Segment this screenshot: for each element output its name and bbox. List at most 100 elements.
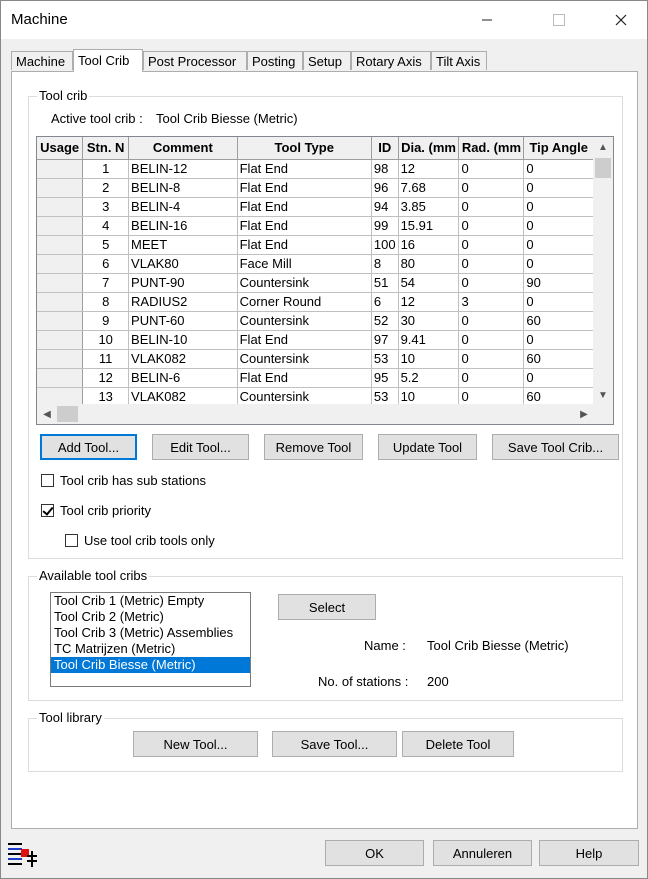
cell-tool-type[interactable]: Flat End bbox=[237, 235, 372, 255]
table-row[interactable]: 13 VLAK082 Countersink 53 10 0 60 bbox=[37, 387, 594, 405]
cell-tool-type[interactable]: Flat End bbox=[237, 178, 372, 198]
cell-comment[interactable]: BELIN-8 bbox=[128, 178, 238, 198]
select-tool-crib-button[interactable]: Select bbox=[278, 594, 376, 620]
tool-crib-list[interactable]: Tool Crib 1 (Metric) Empty Tool Crib 2 (… bbox=[50, 592, 251, 687]
cell-tip-angle[interactable]: 0 bbox=[523, 330, 594, 350]
cell-usage[interactable] bbox=[37, 311, 84, 331]
update-tool-button[interactable]: Update Tool bbox=[378, 434, 477, 460]
cell-station[interactable]: 1 bbox=[82, 159, 130, 179]
table-row[interactable]: 9 PUNT-60 Countersink 52 30 0 60 bbox=[37, 311, 594, 331]
cell-tip-angle[interactable]: 0 bbox=[523, 235, 594, 255]
cell-usage[interactable] bbox=[37, 178, 84, 198]
table-row[interactable]: 8 RADIUS2 Corner Round 6 12 3 0 bbox=[37, 292, 594, 312]
cell-station[interactable]: 5 bbox=[82, 235, 130, 255]
cell-tool-type[interactable]: Flat End bbox=[237, 197, 372, 217]
vertical-scroll-thumb[interactable] bbox=[595, 158, 611, 178]
tool-grid-vertical-scrollbar[interactable]: ▲ ▼ bbox=[593, 137, 613, 405]
table-row[interactable]: 3 BELIN-4 Flat End 94 3.85 0 0 bbox=[37, 197, 594, 217]
column-header-radius[interactable]: Rad. (mm bbox=[458, 137, 525, 160]
tool-crib-list-item[interactable]: TC Matrijzen (Metric) bbox=[51, 641, 250, 657]
cell-radius[interactable]: 3 bbox=[458, 292, 525, 312]
cell-comment[interactable]: BELIN-16 bbox=[128, 216, 238, 236]
tool-crib-list-item-selected[interactable]: Tool Crib Biesse (Metric) bbox=[51, 657, 250, 673]
column-header-diameter[interactable]: Dia. (mm bbox=[398, 137, 460, 160]
cell-tool-type[interactable]: Corner Round bbox=[237, 292, 372, 312]
cell-diameter[interactable]: 12 bbox=[398, 292, 460, 312]
add-tool-button[interactable]: Add Tool... bbox=[40, 434, 137, 460]
table-row[interactable]: 11 VLAK082 Countersink 53 10 0 60 bbox=[37, 349, 594, 369]
cell-tip-angle[interactable]: 60 bbox=[523, 349, 594, 369]
cancel-button[interactable]: Annuleren bbox=[433, 840, 532, 866]
cell-station[interactable]: 4 bbox=[82, 216, 130, 236]
cell-radius[interactable]: 0 bbox=[458, 197, 525, 217]
cell-tip-angle[interactable]: 60 bbox=[523, 311, 594, 331]
cell-comment[interactable]: PUNT-60 bbox=[128, 311, 238, 331]
cell-radius[interactable]: 0 bbox=[458, 330, 525, 350]
table-row[interactable]: 1 BELIN-12 Flat End 98 12 0 0 bbox=[37, 159, 594, 179]
tab-rotary-axis[interactable]: Rotary Axis bbox=[351, 51, 431, 70]
cell-tip-angle[interactable]: 0 bbox=[523, 216, 594, 236]
cell-tip-angle[interactable]: 0 bbox=[523, 368, 594, 388]
cell-tip-angle[interactable]: 0 bbox=[523, 178, 594, 198]
scroll-down-icon[interactable]: ▼ bbox=[593, 385, 613, 405]
cell-id[interactable]: 94 bbox=[371, 197, 399, 217]
cell-tip-angle[interactable]: 0 bbox=[523, 254, 594, 274]
cell-radius[interactable]: 0 bbox=[458, 368, 525, 388]
edit-tool-button[interactable]: Edit Tool... bbox=[152, 434, 249, 460]
help-button[interactable]: Help bbox=[539, 840, 639, 866]
tab-post-processor[interactable]: Post Processor bbox=[143, 51, 247, 70]
cell-usage[interactable] bbox=[37, 216, 84, 236]
scroll-left-icon[interactable]: ◀ bbox=[37, 404, 57, 424]
column-header-usage[interactable]: Usage bbox=[37, 137, 84, 160]
cell-tip-angle[interactable]: 0 bbox=[523, 159, 594, 179]
cell-tool-type[interactable]: Face Mill bbox=[237, 254, 372, 274]
table-row[interactable]: 6 VLAK80 Face Mill 8 80 0 0 bbox=[37, 254, 594, 274]
cell-usage[interactable] bbox=[37, 292, 84, 312]
cell-diameter[interactable]: 10 bbox=[398, 349, 460, 369]
column-header-tip-angle[interactable]: Tip Angle bbox=[523, 137, 594, 160]
cell-station[interactable]: 3 bbox=[82, 197, 130, 217]
cell-usage[interactable] bbox=[37, 197, 84, 217]
cell-id[interactable]: 96 bbox=[371, 178, 399, 198]
cell-id[interactable]: 53 bbox=[371, 387, 399, 405]
cell-comment[interactable]: BELIN-10 bbox=[128, 330, 238, 350]
save-tool-button[interactable]: Save Tool... bbox=[272, 731, 397, 757]
cell-tool-type[interactable]: Countersink bbox=[237, 387, 372, 405]
cell-diameter[interactable]: 12 bbox=[398, 159, 460, 179]
cell-comment[interactable]: VLAK80 bbox=[128, 254, 238, 274]
tool-crib-list-item[interactable]: Tool Crib 2 (Metric) bbox=[51, 609, 250, 625]
new-tool-button[interactable]: New Tool... bbox=[133, 731, 258, 757]
cell-radius[interactable]: 0 bbox=[458, 159, 525, 179]
cell-usage[interactable] bbox=[37, 330, 84, 350]
scroll-right-icon[interactable]: ▶ bbox=[574, 404, 594, 424]
cell-comment[interactable]: MEET bbox=[128, 235, 238, 255]
cell-tool-type[interactable]: Countersink bbox=[237, 273, 372, 293]
tool-grid-horizontal-scrollbar[interactable]: ◀ ▶ bbox=[37, 404, 594, 424]
cell-radius[interactable]: 0 bbox=[458, 349, 525, 369]
ok-button[interactable]: OK bbox=[325, 840, 424, 866]
cell-station[interactable]: 8 bbox=[82, 292, 130, 312]
cell-tool-type[interactable]: Countersink bbox=[237, 311, 372, 331]
cell-station[interactable]: 2 bbox=[82, 178, 130, 198]
cell-diameter[interactable]: 80 bbox=[398, 254, 460, 274]
cell-radius[interactable]: 0 bbox=[458, 387, 525, 405]
cell-usage[interactable] bbox=[37, 254, 84, 274]
cell-id[interactable]: 53 bbox=[371, 349, 399, 369]
cell-tool-type[interactable]: Flat End bbox=[237, 159, 372, 179]
cell-station[interactable]: 13 bbox=[82, 387, 130, 405]
cell-diameter[interactable]: 15.91 bbox=[398, 216, 460, 236]
cell-diameter[interactable]: 5.2 bbox=[398, 368, 460, 388]
cell-station[interactable]: 10 bbox=[82, 330, 130, 350]
cell-id[interactable]: 6 bbox=[371, 292, 399, 312]
cell-usage[interactable] bbox=[37, 368, 84, 388]
cell-radius[interactable]: 0 bbox=[458, 254, 525, 274]
tab-tilt-axis[interactable]: Tilt Axis bbox=[431, 51, 487, 70]
crib-tools-only-checkbox[interactable] bbox=[65, 534, 78, 547]
cell-id[interactable]: 95 bbox=[371, 368, 399, 388]
cell-station[interactable]: 7 bbox=[82, 273, 130, 293]
cell-comment[interactable]: BELIN-12 bbox=[128, 159, 238, 179]
priority-checkbox-row[interactable]: Tool crib priority bbox=[41, 503, 151, 518]
cell-diameter[interactable]: 10 bbox=[398, 387, 460, 405]
sub-stations-checkbox-row[interactable]: Tool crib has sub stations bbox=[41, 473, 206, 488]
tool-crib-list-item[interactable]: Tool Crib 3 (Metric) Assemblies bbox=[51, 625, 250, 641]
